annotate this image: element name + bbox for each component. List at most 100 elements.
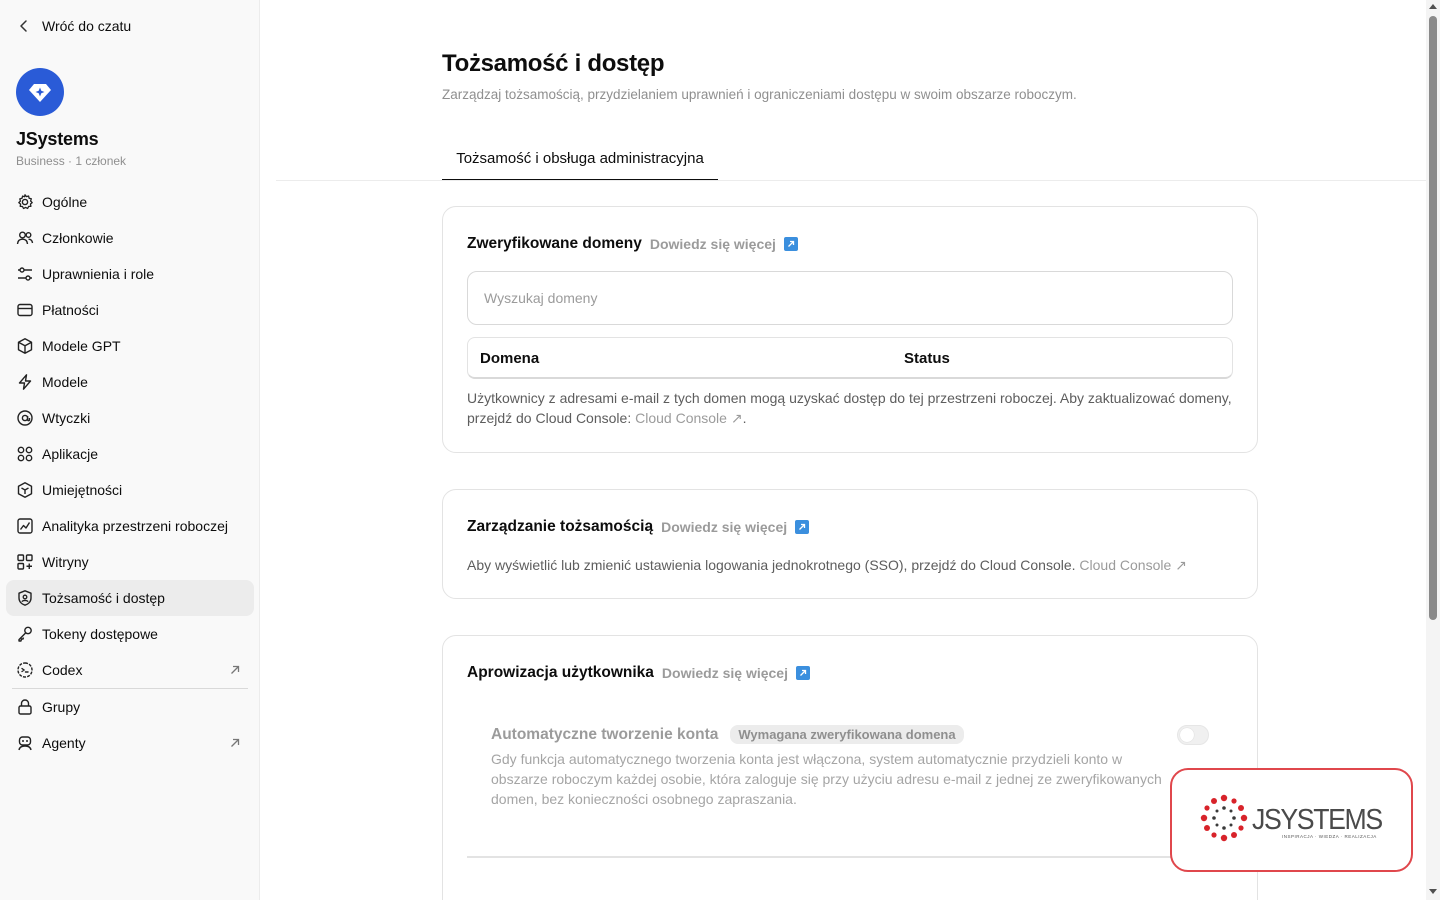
skills-icon [17, 482, 33, 498]
card-header: Zweryfikowane domeny Dowiedz się więcej [467, 235, 798, 253]
watermark-tagline: INSPIRACJA · WIEDZA · REALIZACJA [1282, 834, 1377, 839]
members-icon [16, 231, 34, 245]
sidebar-item-access-tokens[interactable]: Tokeny dostępowe [6, 616, 254, 652]
sidebar-item-label: Tożsamość i dostęp [42, 590, 165, 606]
auto-account-header: Automatyczne tworzenie konta Wymagana zw… [491, 725, 964, 744]
domains-table-header: Domena Status [467, 337, 1233, 379]
card-icon [17, 303, 33, 317]
sso-help-text: Aby wyświetlić lub zmienić ustawienia lo… [467, 555, 1247, 575]
settings-sidebar: Wróć do czatu JSystems Business · 1 czło… [0, 0, 260, 900]
external-link-icon [795, 520, 810, 534]
settings-main: Tożsamość i dostęp Zarządzaj tożsamością… [260, 0, 1426, 900]
back-to-chat-link[interactable]: Wróć do czatu [16, 14, 131, 38]
section-divider [467, 856, 1233, 858]
key-icon [18, 626, 32, 642]
learn-more-link[interactable]: Dowiedz się więcej [650, 236, 798, 252]
help-text: Użytkownicy z adresami e-mail z tych dom… [467, 390, 1232, 426]
column-header-domain: Domena [480, 350, 540, 367]
external-link-icon [783, 237, 798, 251]
card-title: Zweryfikowane domeny [467, 235, 642, 252]
sidebar-item-permissions[interactable]: Uprawnienia i role [6, 256, 254, 292]
jsystems-dots-logo-icon [1200, 794, 1248, 842]
workspace-logo [16, 68, 64, 116]
sidebar-item-identity-access[interactable]: Tożsamość i dostęp [6, 580, 254, 616]
sidebar-item-label: Analityka przestrzeni roboczej [42, 518, 228, 534]
external-link-icon [231, 665, 240, 674]
scroll-down-arrow-icon[interactable] [1429, 889, 1437, 894]
apps-icon [17, 446, 33, 462]
chart-icon [17, 518, 33, 534]
learn-more-link[interactable]: Dowiedz się więcej [662, 665, 810, 681]
sidebar-item-label: Członkowie [42, 230, 114, 246]
external-link-icon [795, 666, 810, 680]
cloud-console-link[interactable]: Cloud Console ↗ [1079, 557, 1186, 573]
sidebar-item-plugins[interactable]: Wtyczki [6, 400, 254, 436]
page-subtitle: Zarządzaj tożsamością, przydzielaniem up… [442, 87, 1077, 102]
learn-more-link[interactable]: Dowiedz się więcej [661, 519, 810, 535]
learn-more-label: Dowiedz się więcej [661, 665, 788, 681]
sidebar-item-analytics[interactable]: Analityka przestrzeni roboczej [6, 508, 254, 544]
sidebar-item-models[interactable]: Modele [6, 364, 254, 400]
sidebar-item-label: Płatności [42, 302, 99, 318]
cube-icon [17, 338, 33, 354]
jsystems-watermark-logo: JSYSTEMS INSPIRACJA · WIEDZA · REALIZACJ… [1170, 768, 1413, 872]
page-title: Tożsamość i dostęp [442, 50, 665, 77]
external-link-icon [231, 738, 240, 747]
tab-identity-admin[interactable]: Tożsamość i obsługa administracyjna [442, 140, 718, 181]
chevron-left-icon [20, 20, 27, 32]
sidebar-item-groups[interactable]: Grupy [6, 689, 254, 725]
sidebar-item-billing[interactable]: Płatności [6, 292, 254, 328]
sidebar-item-label: Uprawnienia i role [42, 266, 155, 282]
card-title: Aprowizacja użytkownika [467, 664, 654, 681]
sites-icon [17, 554, 33, 570]
help-text-end: . [742, 410, 747, 426]
agent-icon [18, 736, 32, 751]
sidebar-item-label: Grupy [42, 699, 81, 715]
sidebar-item-label: Witryny [42, 554, 89, 570]
workspace-plan: Business · 1 członek [16, 154, 127, 168]
learn-more-label: Dowiedz się więcej [649, 236, 776, 252]
diamond-icon [29, 84, 51, 102]
sidebar-item-codex[interactable]: Codex [6, 652, 254, 688]
sidebar-item-members[interactable]: Członkowie [6, 220, 254, 256]
tab-divider [276, 180, 1426, 181]
sidebar-item-sites[interactable]: Witryny [6, 544, 254, 580]
sidebar-item-label: Aplikacje [42, 446, 99, 462]
lock-icon [18, 699, 32, 715]
sliders-icon [18, 267, 32, 281]
auto-account-toggle[interactable] [1177, 725, 1209, 745]
verified-domains-card: Zweryfikowane domeny Dowiedz się więcej … [442, 206, 1258, 453]
card-title: Zarządzanie tożsamością [467, 518, 654, 535]
sidebar-item-label: Ogólne [42, 194, 88, 210]
identity-management-card: Zarządzanie tożsamością Dowiedz się więc… [442, 489, 1258, 599]
sidebar-item-gpt-models[interactable]: Modele GPT [6, 328, 254, 364]
tab-label: Tożsamość i obsługa administracyjna [456, 150, 704, 167]
sidebar-item-apps[interactable]: Aplikacje [6, 436, 254, 472]
scrollbar-thumb[interactable] [1429, 16, 1437, 620]
sidebar-item-label: Tokeny dostępowe [42, 626, 158, 642]
sidebar-item-general[interactable]: Ogólne [6, 184, 254, 220]
bolt-icon [18, 374, 32, 390]
plugin-icon [17, 410, 33, 426]
card-header: Zarządzanie tożsamością Dowiedz się więc… [467, 518, 810, 536]
workspace-name: JSystems [16, 129, 99, 149]
auto-account-title: Automatyczne tworzenie konta [491, 725, 719, 743]
sidebar-item-label: Wtyczki [42, 410, 91, 426]
card-header: Aprowizacja użytkownika Dowiedz się więc… [467, 664, 810, 682]
help-text: Aby wyświetlić lub zmienić ustawienia lo… [467, 557, 1080, 573]
sidebar-item-label: Codex [42, 662, 83, 678]
sidebar-item-label: Agenty [42, 735, 86, 751]
column-header-status: Status [904, 350, 950, 367]
page-scrollbar[interactable] [1426, 0, 1440, 900]
sidebar-item-skills[interactable]: Umiejętności [6, 472, 254, 508]
domain-search-input[interactable] [467, 271, 1233, 325]
cloud-console-link[interactable]: Cloud Console ↗ [635, 410, 742, 426]
scroll-up-arrow-icon[interactable] [1429, 4, 1437, 9]
sidebar-item-agents[interactable]: Agenty [6, 725, 254, 761]
domains-help-text: Użytkownicy z adresami e-mail z tych dom… [467, 388, 1237, 428]
learn-more-label: Dowiedz się więcej [661, 519, 788, 535]
settings-nav: Ogólne Członkowie Uprawnienia i role Pła… [6, 184, 254, 761]
watermark-brand: JSYSTEMS [1252, 804, 1383, 836]
auto-account-row: Automatyczne tworzenie konta Wymagana zw… [491, 725, 964, 744]
requirement-badge: Wymagana zweryfikowana domena [730, 725, 964, 744]
